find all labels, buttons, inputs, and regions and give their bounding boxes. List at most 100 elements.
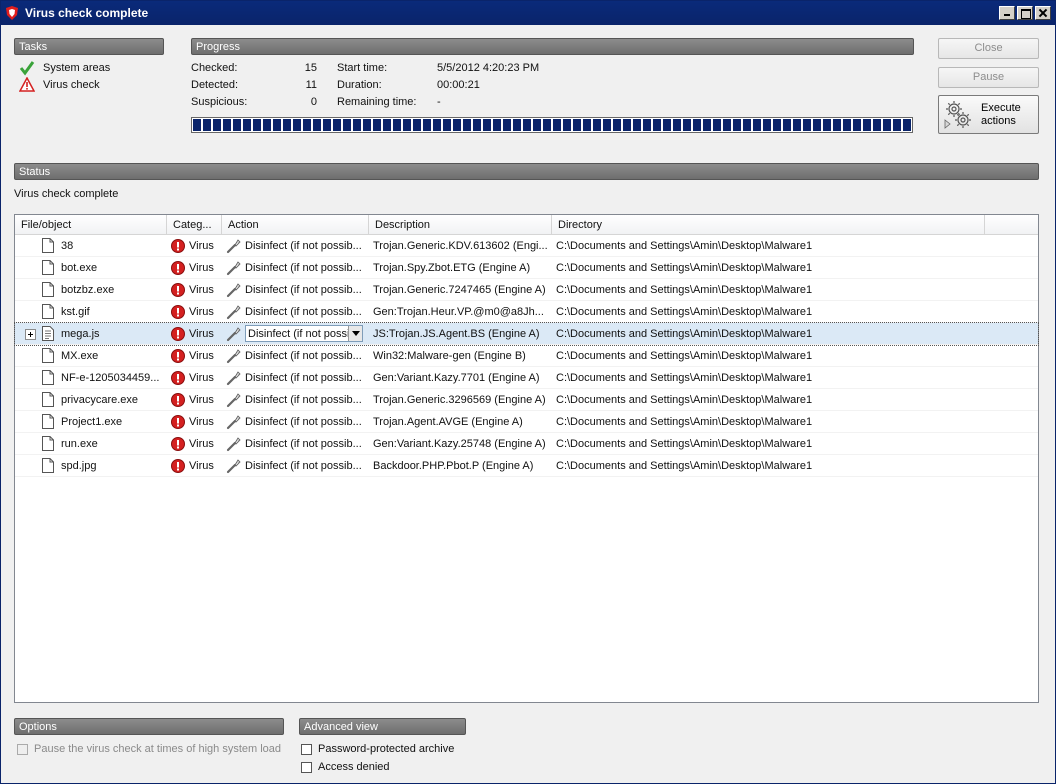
action-cell[interactable]: Disinfect (if not possib...	[220, 414, 367, 430]
category-label: Virus	[189, 327, 214, 340]
category-label: Virus	[189, 437, 214, 450]
file-cell: MX.exe	[15, 348, 165, 363]
suspicious-label: Suspicious:	[191, 96, 248, 108]
wrench-icon	[226, 282, 242, 298]
file-icon	[42, 436, 54, 451]
shield-icon	[5, 5, 19, 21]
maximize-button[interactable]	[1017, 6, 1033, 20]
action-label: Disinfect (if not possib...	[245, 393, 362, 406]
file-icon	[42, 392, 54, 407]
close-button[interactable]: Close	[938, 38, 1039, 59]
start-time-label: Start time:	[337, 62, 388, 74]
chevron-down-icon[interactable]	[348, 326, 362, 341]
action-cell[interactable]: Disinfect (if not possib...	[220, 282, 367, 298]
category-label: Virus	[189, 371, 214, 384]
pause-on-load-label: Pause the virus check at times of high s…	[34, 743, 282, 755]
column-header-action[interactable]: Action	[222, 215, 369, 235]
directory-cell: C:\Documents and Settings\Amin\Desktop\M…	[556, 459, 813, 472]
pause-on-load-checkbox[interactable]	[17, 743, 28, 755]
table-row[interactable]: privacycare.exe Virus Disinfect (if not po…	[15, 389, 1038, 411]
table-row[interactable]: kst.gif Virus Disinfect (if not possib... G…	[15, 301, 1038, 323]
column-header-directory[interactable]: Directory	[552, 215, 985, 235]
virus-icon	[171, 304, 185, 319]
file-name: bot.exe	[61, 261, 98, 274]
category-label: Virus	[189, 349, 214, 362]
action-cell[interactable]: Disinfect (if not possib...	[220, 370, 367, 386]
progress-fill	[193, 119, 911, 131]
table-row[interactable]: botzbz.exe Virus Disinfect (if not possib.…	[15, 279, 1038, 301]
column-header-description[interactable]: Description	[369, 215, 552, 235]
description-cell: Backdoor.PHP.Pbot.P (Engine A)	[373, 459, 534, 472]
status-header: Status	[14, 163, 1039, 180]
remaining-time-label: Remaining time:	[337, 96, 417, 108]
start-time-value: 5/5/2012 4:20:23 PM	[437, 62, 540, 74]
wrench-icon	[226, 304, 242, 320]
action-cell[interactable]: Disinfect (if not possib...	[220, 238, 367, 254]
password-protected-option[interactable]: Password-protected archive	[301, 743, 454, 755]
table-row[interactable]: MX.exe Virus Disinfect (if not possib... Wi…	[15, 345, 1038, 367]
column-header-file[interactable]: File/object	[15, 215, 167, 235]
action-cell[interactable]: Disinfect (if not possib...	[220, 392, 367, 408]
close-window-button[interactable]	[1035, 6, 1051, 20]
directory-cell: C:\Documents and Settings\Amin\Desktop\M…	[556, 261, 813, 274]
file-name: privacycare.exe	[61, 393, 139, 406]
category-cell: Virus	[165, 392, 220, 407]
category-cell: Virus	[165, 304, 220, 319]
pause-button[interactable]: Pause	[938, 67, 1039, 88]
table-row[interactable]: mega.js Virus Disinfect (if not possi JS:Tr…	[14, 322, 1039, 346]
action-label: Disinfect (if not possib...	[245, 305, 362, 318]
description-cell: Win32:Malware-gen (Engine B)	[373, 349, 526, 362]
access-denied-label: Access denied	[318, 761, 390, 773]
access-denied-checkbox[interactable]	[301, 761, 312, 773]
execute-actions-button[interactable]: Execute actions	[938, 95, 1039, 134]
file-name: kst.gif	[61, 305, 90, 318]
directory-cell: C:\Documents and Settings\Amin\Desktop\M…	[556, 283, 813, 296]
table-row[interactable]: Project1.exe Virus Disinfect (if not possi…	[15, 411, 1038, 433]
table-row[interactable]: 38 Virus Disinfect (if not possib... Trojan…	[15, 235, 1038, 257]
password-protected-label: Password-protected archive	[318, 743, 455, 755]
wrench-icon	[226, 370, 242, 386]
action-cell: Disinfect (if not possi	[220, 325, 367, 342]
remaining-time-value: -	[437, 96, 441, 108]
category-cell: Virus	[165, 414, 220, 429]
table-row[interactable]: bot.exe Virus Disinfect (if not possib... T…	[15, 257, 1038, 279]
virus-icon	[171, 238, 185, 253]
task-label: System areas	[43, 62, 111, 74]
wrench-icon	[226, 348, 242, 364]
file-icon	[42, 458, 54, 473]
category-cell: Virus	[165, 370, 220, 385]
progress-header: Progress	[191, 38, 914, 55]
file-icon	[42, 282, 54, 297]
file-icon	[42, 260, 54, 275]
detected-label: Detected:	[191, 79, 239, 91]
wrench-icon	[226, 326, 242, 342]
category-cell: Virus	[165, 436, 220, 451]
action-cell[interactable]: Disinfect (if not possib...	[220, 348, 367, 364]
category-cell: Virus	[165, 458, 220, 473]
action-cell[interactable]: Disinfect (if not possib...	[220, 436, 367, 452]
action-dropdown-value: Disinfect (if not possi	[248, 327, 348, 340]
expand-row-toggle[interactable]	[25, 329, 36, 340]
action-dropdown[interactable]: Disinfect (if not possi	[245, 325, 363, 342]
file-name: spd.jpg	[61, 459, 97, 472]
pause-on-load-option[interactable]: Pause the virus check at times of high s…	[17, 743, 281, 755]
column-header-category[interactable]: Categ...	[167, 215, 222, 235]
access-denied-option[interactable]: Access denied	[301, 761, 390, 773]
file-cell: NF-e-1205034459...	[15, 370, 165, 385]
action-cell[interactable]: Disinfect (if not possib...	[220, 260, 367, 276]
action-cell[interactable]: Disinfect (if not possib...	[220, 304, 367, 320]
minimize-button[interactable]	[999, 6, 1015, 20]
file-cell: Project1.exe	[15, 414, 165, 429]
table-row[interactable]: NF-e-1205034459... Virus Disinfect (if not…	[15, 367, 1038, 389]
password-protected-checkbox[interactable]	[301, 743, 312, 755]
category-label: Virus	[189, 459, 214, 472]
category-label: Virus	[189, 305, 214, 318]
action-label: Disinfect (if not possib...	[245, 283, 362, 296]
action-cell[interactable]: Disinfect (if not possib...	[220, 458, 367, 474]
table-row[interactable]: spd.jpg Virus Disinfect (if not possib... B…	[15, 455, 1038, 477]
virus-icon	[171, 348, 185, 363]
execute-actions-label: Execute actions	[981, 101, 1021, 127]
suspicious-value: 0	[310, 96, 317, 108]
file-cell: mega.js	[15, 326, 165, 341]
table-row[interactable]: run.exe Virus Disinfect (if not possib... G…	[15, 433, 1038, 455]
